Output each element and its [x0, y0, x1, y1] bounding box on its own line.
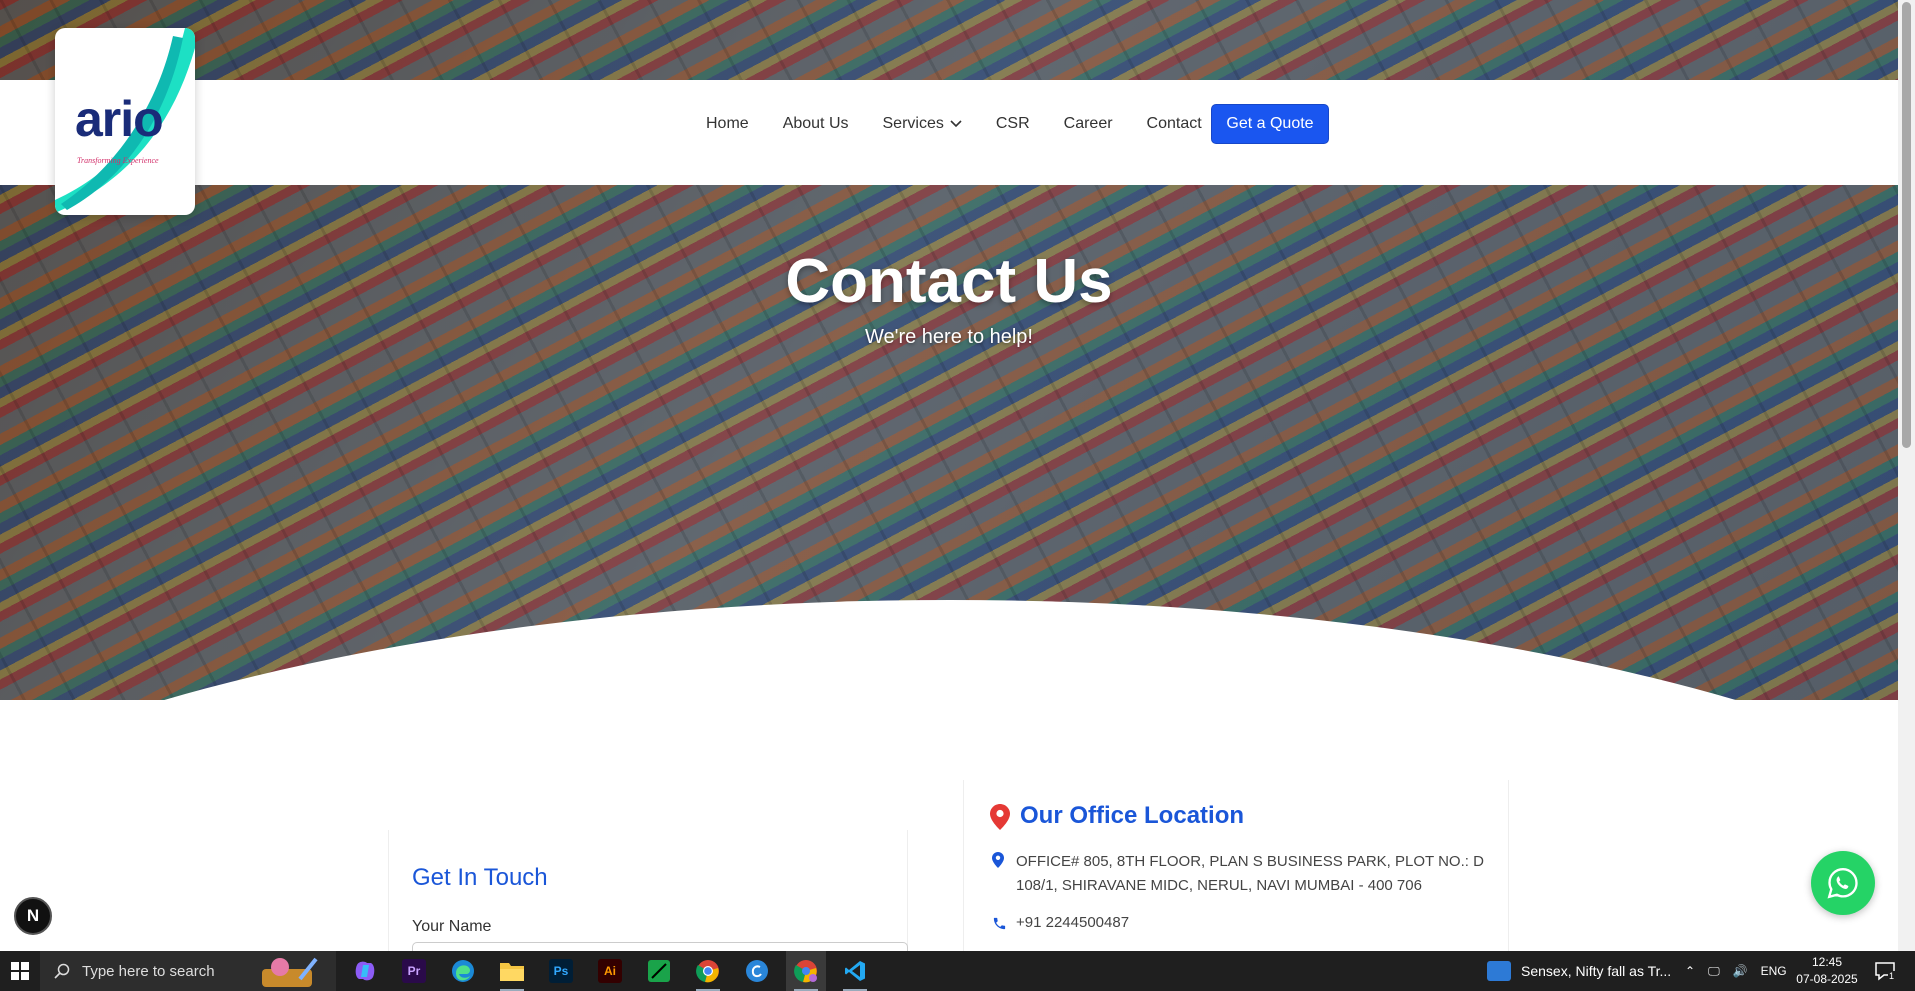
- nav-services[interactable]: Services: [883, 115, 962, 133]
- chrome-profile-logo-icon: [794, 960, 817, 983]
- whatsapp-button[interactable]: [1811, 851, 1875, 915]
- get-a-quote-button[interactable]: Get a Quote: [1211, 104, 1329, 144]
- copilot-logo-icon: [355, 961, 375, 981]
- canva-icon[interactable]: [737, 951, 777, 991]
- page-scrollbar[interactable]: [1898, 0, 1915, 951]
- search-placeholder: Type here to search: [82, 962, 215, 980]
- search-highlight-icon: [262, 957, 318, 987]
- volume-icon[interactable]: 🔊: [1733, 964, 1748, 978]
- phone-icon: [993, 917, 1006, 930]
- chrome-logo-icon: [696, 960, 719, 983]
- notification-center-button[interactable]: 1: [1873, 959, 1897, 988]
- news-headline: Sensex, Nifty fall as Tr...: [1521, 963, 1672, 979]
- system-tray: ⌃ 🖵 🔊 ENG: [1685, 951, 1800, 991]
- sheets-icon[interactable]: [639, 951, 679, 991]
- canva-logo-icon: [746, 960, 768, 982]
- nav-contact[interactable]: Contact: [1147, 115, 1202, 133]
- nav-about-us[interactable]: About Us: [783, 115, 849, 133]
- language-indicator[interactable]: ENG: [1761, 964, 1787, 978]
- chevron-down-icon: [950, 120, 962, 128]
- main-nav: Home About Us Services CSR Career Contac…: [706, 104, 1236, 144]
- logo-tagline: Transforming Experience: [77, 156, 159, 165]
- office-heading: Our Office Location: [1020, 802, 1245, 829]
- clock-time: 12:45: [1811, 955, 1843, 969]
- scrollbar-thumb[interactable]: [1902, 2, 1911, 448]
- taskbar-clock[interactable]: 12:45 07-08-2025: [1792, 954, 1862, 988]
- premiere-icon[interactable]: Pr: [394, 951, 434, 991]
- taskbar-search-box[interactable]: Type here to search: [40, 951, 336, 991]
- nav-services-label: Services: [882, 115, 944, 132]
- notification-count: 1: [1888, 971, 1896, 981]
- news-widget[interactable]: Sensex, Nifty fall as Tr...: [1487, 951, 1671, 991]
- name-field-label: Your Name: [412, 918, 492, 935]
- green-app-icon: [648, 960, 670, 982]
- clock-date: 07-08-2025: [1796, 972, 1858, 986]
- folder-icon: [500, 963, 524, 981]
- page-subtitle: We're here to help!: [865, 326, 1033, 348]
- site-logo[interactable]: ario Transforming Experience: [55, 28, 195, 215]
- copilot-icon[interactable]: [345, 951, 385, 991]
- photoshop-icon[interactable]: Ps: [541, 951, 581, 991]
- chrome-profile-icon[interactable]: [786, 951, 826, 991]
- windows-logo-icon: [11, 962, 29, 980]
- office-address: OFFICE# 805, 8TH FLOOR, PLAN S BUSINESS …: [1016, 853, 1484, 894]
- office-phone[interactable]: +91 2244500487: [1016, 914, 1129, 931]
- page-title: Contact Us: [785, 247, 1113, 316]
- illustrator-label: Ai: [598, 959, 622, 983]
- logo-wordmark: ario: [75, 91, 164, 147]
- network-icon[interactable]: 🖵: [1708, 964, 1720, 979]
- address-pin-icon: [992, 852, 1004, 868]
- next-dev-badge[interactable]: N: [14, 897, 52, 935]
- nav-career[interactable]: Career: [1064, 115, 1113, 133]
- edge-logo-icon: [452, 960, 474, 982]
- whatsapp-icon: [1827, 868, 1858, 899]
- start-button[interactable]: [0, 951, 40, 991]
- vscode-icon[interactable]: [835, 951, 875, 991]
- office-location-card: Our Office Location OFFICE# 805, 8TH FLO…: [963, 780, 1509, 980]
- vscode-logo-icon: [845, 961, 865, 981]
- premiere-label: Pr: [402, 959, 426, 983]
- news-icon: [1487, 961, 1511, 981]
- windows-taskbar: Type here to search Pr Ps Ai Sensex, Nif…: [0, 951, 1915, 991]
- map-pin-icon: [990, 804, 1010, 830]
- search-icon: [54, 963, 70, 979]
- contact-form-heading: Get In Touch: [412, 864, 548, 891]
- nav-csr[interactable]: CSR: [996, 115, 1030, 133]
- photoshop-label: Ps: [549, 959, 573, 983]
- chrome-icon[interactable]: [688, 951, 728, 991]
- illustrator-icon[interactable]: Ai: [590, 951, 630, 991]
- tray-chevron-up-icon[interactable]: ⌃: [1685, 964, 1695, 978]
- file-explorer-icon[interactable]: [492, 951, 532, 991]
- nav-home[interactable]: Home: [706, 115, 749, 133]
- edge-icon[interactable]: [443, 951, 483, 991]
